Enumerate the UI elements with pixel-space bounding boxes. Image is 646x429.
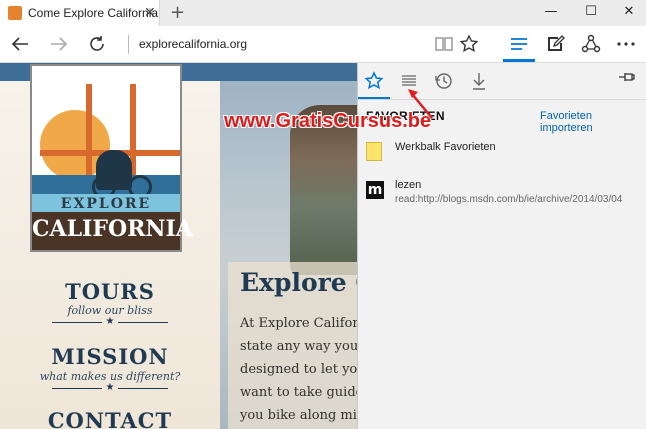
reading-view-icon[interactable] (433, 33, 455, 55)
hub-icon[interactable] (508, 33, 530, 55)
back-icon[interactable] (9, 33, 31, 55)
favorite-item-label[interactable]: Werkbalk Favorieten (395, 141, 496, 153)
web-note-icon[interactable] (544, 33, 566, 55)
share-icon[interactable] (580, 33, 602, 55)
favicon-icon (8, 6, 22, 20)
content-text-line: state any way you pl (240, 339, 375, 354)
logo-california-text: CALIFORNIA (32, 216, 193, 242)
logo-explore-text: EXPLORE (60, 196, 152, 212)
address-separator (128, 35, 129, 54)
tab-title: Come Explore California (28, 6, 159, 20)
pin-icon[interactable] (618, 70, 636, 88)
nav-divider (118, 388, 168, 389)
folder-icon (366, 142, 382, 161)
content-title: Explore C (240, 268, 376, 297)
forward-icon[interactable] (48, 33, 70, 55)
downloads-icon[interactable] (467, 70, 491, 92)
refresh-icon[interactable] (86, 33, 108, 55)
nav-tours[interactable]: TOURS (10, 279, 210, 304)
nav-star-icon: ★ (105, 382, 115, 393)
annotation-arrow-icon (400, 84, 440, 129)
import-favorites-link[interactable]: Favorieten importeren (540, 110, 646, 134)
favorite-item-label[interactable]: lezen (395, 179, 421, 191)
hub-active-indicator (503, 59, 535, 62)
content-text-line: At Explore Californi (240, 316, 372, 331)
minimize-button[interactable]: — (536, 4, 566, 22)
address-bar[interactable]: explorecalifornia.org (139, 37, 247, 51)
nav-contact[interactable]: CONTACT (10, 408, 210, 429)
close-window-button[interactable]: ✕ (614, 4, 644, 22)
favorites-star-icon[interactable] (458, 33, 480, 55)
content-text-line: you bike along miles (240, 408, 376, 423)
nav-divider (118, 322, 168, 323)
m-site-icon: m (366, 181, 384, 199)
tab-close-icon[interactable]: ✕ (144, 4, 156, 21)
content-text-line: want to take guided (240, 385, 372, 400)
more-icon[interactable] (615, 33, 637, 55)
maximize-button[interactable]: ☐ (576, 4, 606, 22)
favorites-icon[interactable] (362, 70, 386, 92)
favorite-item-url: read:http://blogs.msdn.com/b/ie/archive/… (395, 194, 623, 205)
nav-star-icon: ★ (105, 316, 115, 327)
nav-mission[interactable]: MISSION (10, 344, 210, 369)
new-tab-button[interactable]: + (170, 2, 185, 23)
